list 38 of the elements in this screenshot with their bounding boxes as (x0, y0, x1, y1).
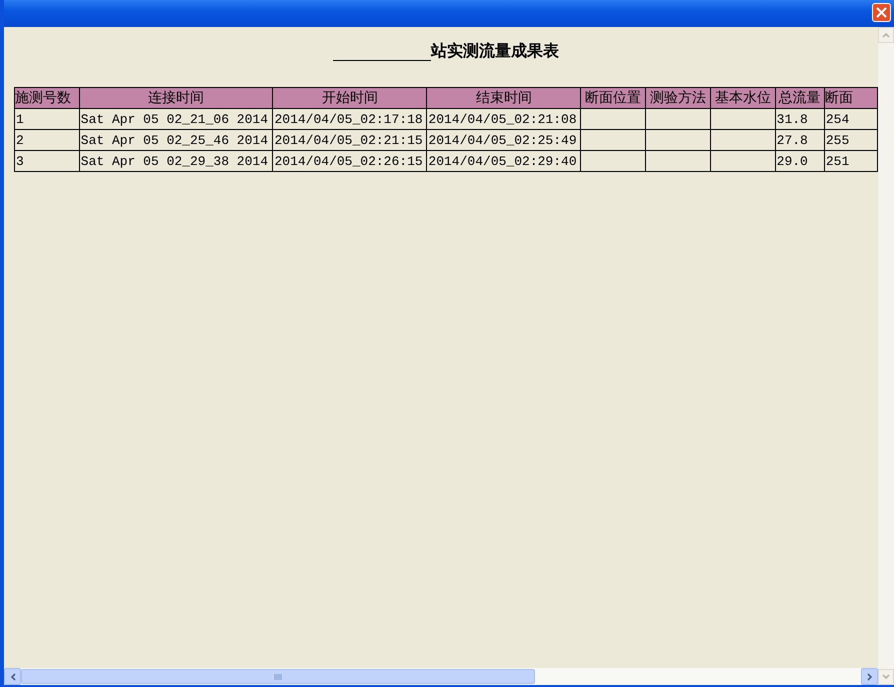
scroll-right-button[interactable] (861, 668, 878, 685)
table-cell: 2 (14, 130, 80, 150)
table-cell: 2014/04/05_02:29:40 (426, 150, 581, 172)
report-title: 站实测流量成果表 (431, 41, 559, 61)
scroll-down-button[interactable] (878, 669, 894, 685)
chevron-icon (866, 672, 872, 680)
column-header: 开始时间 (272, 88, 427, 108)
column-header: 结束时间 (426, 88, 581, 108)
column-header: 施测号数 (14, 88, 80, 108)
table-cell: 2014/04/05_02:25:49 (426, 130, 581, 150)
column-header: 连接时间 (79, 88, 273, 108)
column-header: 断面位置 (580, 88, 646, 108)
table-cell: 27.8 (775, 130, 824, 150)
scroll-thumb[interactable] (21, 669, 535, 684)
horizontal-scrollbar[interactable] (4, 668, 878, 685)
close-icon (876, 7, 887, 18)
close-button[interactable] (872, 3, 891, 22)
table-cell: Sat Apr 05 02_21_06 2014 (79, 108, 273, 130)
chevron-icon (882, 674, 890, 680)
table-cell: Sat Apr 05 02_25_46 2014 (79, 130, 273, 150)
vertical-scrollbar[interactable] (878, 27, 894, 685)
chevron-icon (882, 32, 890, 38)
column-header: 总流量 (775, 88, 824, 108)
table-cell: 2014/04/05_02:21:15 (272, 130, 427, 150)
chevron-icon (10, 672, 16, 680)
column-header: 基本水位 (710, 88, 776, 108)
table-cell: 2014/04/05_02:21:08 (426, 108, 581, 130)
table-cell: 1 (14, 108, 80, 130)
table-cell: 3 (14, 150, 80, 172)
table-cell: 2014/04/05_02:17:18 (272, 108, 427, 130)
column-header: 断面 (824, 88, 878, 108)
table-cell: 2014/04/05_02:26:15 (272, 150, 427, 172)
table-cell: 31.8 (775, 108, 824, 130)
scroll-up-button[interactable] (878, 27, 894, 43)
scroll-left-button[interactable] (4, 668, 21, 685)
column-header: 测验方法 (646, 88, 710, 108)
table-cell: Sat Apr 05 02_29_38 2014 (79, 150, 273, 172)
table-cell: 29.0 (775, 150, 824, 172)
